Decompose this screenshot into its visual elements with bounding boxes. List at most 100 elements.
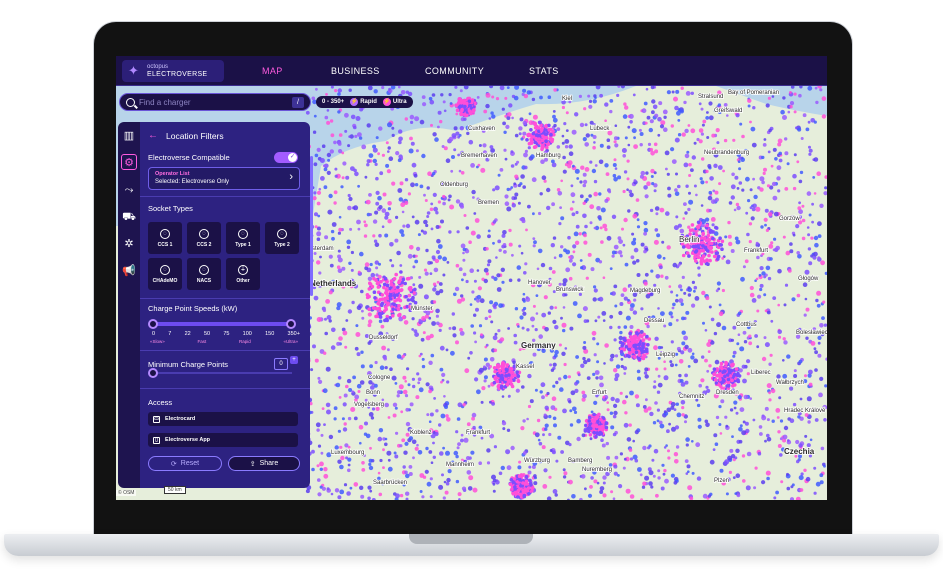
charger-marker[interactable] xyxy=(681,316,685,321)
charger-marker[interactable] xyxy=(378,262,381,266)
charger-marker[interactable] xyxy=(697,417,702,422)
charger-marker[interactable] xyxy=(609,267,613,270)
charger-marker[interactable] xyxy=(317,376,321,380)
charger-marker[interactable] xyxy=(708,305,712,309)
charger-marker[interactable] xyxy=(759,266,764,271)
charger-marker[interactable] xyxy=(742,479,746,483)
charger-marker[interactable] xyxy=(650,269,654,273)
charger-marker[interactable] xyxy=(670,124,674,128)
charger-marker[interactable] xyxy=(460,438,464,443)
charger-marker[interactable] xyxy=(429,333,434,339)
charger-marker[interactable] xyxy=(764,223,767,227)
charger-marker[interactable] xyxy=(470,324,475,328)
charger-marker[interactable] xyxy=(375,176,379,181)
charger-marker[interactable] xyxy=(432,192,437,197)
charger-marker[interactable] xyxy=(544,327,549,332)
charger-marker[interactable] xyxy=(687,286,691,290)
charger-marker[interactable] xyxy=(399,288,404,292)
charger-marker[interactable] xyxy=(624,345,629,349)
charger-marker[interactable] xyxy=(626,177,630,181)
charger-marker[interactable] xyxy=(679,379,684,383)
charger-marker[interactable] xyxy=(451,155,455,159)
charger-marker[interactable] xyxy=(344,345,348,349)
nav-business[interactable]: BUSINESS xyxy=(331,66,380,76)
charger-marker[interactable] xyxy=(760,225,764,229)
charger-marker[interactable] xyxy=(337,110,341,114)
charger-marker[interactable] xyxy=(425,446,429,451)
charger-marker[interactable] xyxy=(651,110,655,115)
charger-marker[interactable] xyxy=(675,298,679,303)
charger-marker[interactable] xyxy=(543,179,547,183)
charger-marker[interactable] xyxy=(541,312,547,318)
charger-marker[interactable] xyxy=(644,475,650,481)
charger-marker[interactable] xyxy=(350,268,354,272)
charger-marker[interactable] xyxy=(744,421,749,426)
charger-marker[interactable] xyxy=(402,389,408,395)
charger-marker[interactable] xyxy=(311,96,316,101)
charger-marker[interactable] xyxy=(354,171,359,177)
charger-marker[interactable] xyxy=(635,259,640,263)
charger-marker[interactable] xyxy=(562,155,566,160)
charger-marker[interactable] xyxy=(817,353,822,358)
charger-marker[interactable] xyxy=(330,345,336,350)
charger-marker[interactable] xyxy=(610,353,615,359)
charger-marker[interactable] xyxy=(580,474,586,479)
charger-marker[interactable] xyxy=(550,243,555,248)
charger-marker[interactable] xyxy=(679,228,685,234)
charger-marker[interactable] xyxy=(333,190,338,195)
charger-marker[interactable] xyxy=(663,360,666,364)
charger-marker[interactable] xyxy=(707,253,711,258)
charger-marker[interactable] xyxy=(812,176,816,179)
charger-marker[interactable] xyxy=(684,344,689,350)
charger-marker[interactable] xyxy=(590,267,595,272)
charger-marker[interactable] xyxy=(564,145,569,149)
charger-marker[interactable] xyxy=(745,211,749,215)
charger-marker[interactable] xyxy=(691,303,696,308)
charger-marker[interactable] xyxy=(622,337,626,342)
charger-marker[interactable] xyxy=(455,131,460,136)
charger-marker[interactable] xyxy=(673,96,678,102)
charger-marker[interactable] xyxy=(808,213,812,217)
charger-marker[interactable] xyxy=(460,433,464,437)
charger-marker[interactable] xyxy=(594,435,598,439)
charger-marker[interactable] xyxy=(459,112,464,116)
charger-marker[interactable] xyxy=(438,423,442,427)
charger-marker[interactable] xyxy=(687,365,691,368)
charger-marker[interactable] xyxy=(652,104,658,110)
charger-marker[interactable] xyxy=(659,423,665,429)
charger-marker[interactable] xyxy=(554,306,558,309)
charger-marker[interactable] xyxy=(464,113,469,118)
charger-marker[interactable] xyxy=(497,340,500,343)
charger-marker[interactable] xyxy=(718,311,724,317)
charger-marker[interactable] xyxy=(819,323,824,328)
charger-marker[interactable] xyxy=(650,175,654,178)
charger-marker[interactable] xyxy=(803,379,808,384)
charger-marker[interactable] xyxy=(568,255,571,259)
charger-marker[interactable] xyxy=(347,445,351,449)
charger-marker[interactable] xyxy=(328,290,333,295)
charger-marker[interactable] xyxy=(594,370,600,375)
charger-marker[interactable] xyxy=(625,395,629,399)
charger-marker[interactable] xyxy=(757,451,762,456)
charger-marker[interactable] xyxy=(449,102,453,105)
charger-marker[interactable] xyxy=(521,490,526,495)
charger-marker[interactable] xyxy=(338,227,343,232)
charger-marker[interactable] xyxy=(326,109,330,112)
charger-marker[interactable] xyxy=(378,297,383,302)
charger-marker[interactable] xyxy=(552,416,557,421)
charger-marker[interactable] xyxy=(694,296,700,301)
charger-marker[interactable] xyxy=(568,443,572,447)
charger-marker[interactable] xyxy=(411,328,415,331)
charger-marker[interactable] xyxy=(663,115,667,119)
charger-marker[interactable] xyxy=(473,313,477,317)
charger-marker[interactable] xyxy=(540,382,546,388)
charger-marker[interactable] xyxy=(574,240,580,245)
charger-marker[interactable] xyxy=(368,458,373,463)
charger-marker[interactable] xyxy=(653,171,657,175)
charger-marker[interactable] xyxy=(522,120,527,126)
charger-marker[interactable] xyxy=(346,239,352,245)
charger-marker[interactable] xyxy=(693,285,698,290)
charger-marker[interactable] xyxy=(802,113,807,118)
charger-marker[interactable] xyxy=(537,438,541,442)
charger-marker[interactable] xyxy=(677,263,681,267)
